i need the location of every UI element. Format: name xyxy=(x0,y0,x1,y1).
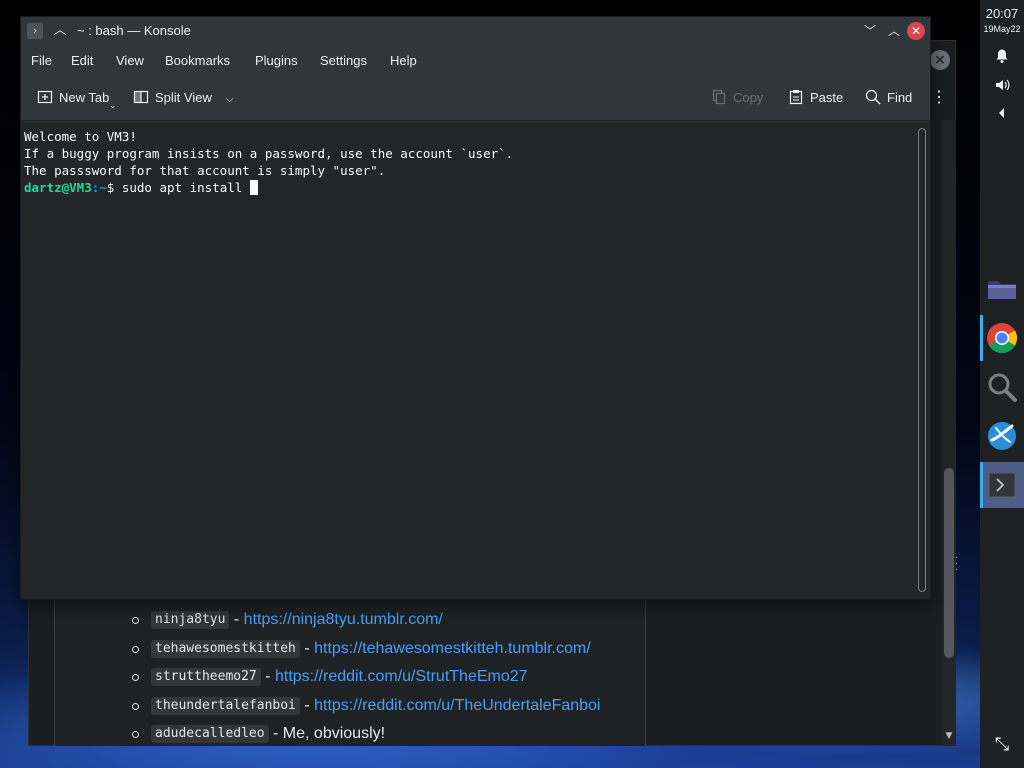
terminal-icon xyxy=(988,472,1016,498)
username-code: struttheemo27 xyxy=(151,668,261,686)
prompt-path: :~ xyxy=(91,180,107,195)
list-item: theundertalefanboi - https://reddit.com/… xyxy=(132,692,600,721)
menu-plugins[interactable]: Plugins xyxy=(255,53,298,68)
profile-link[interactable]: https://tehawesomestkitteh.tumblr.com/ xyxy=(314,640,591,657)
menu-view[interactable]: View xyxy=(116,53,144,68)
scroll-down-arrow-icon[interactable]: ▼ xyxy=(943,731,955,743)
profile-link[interactable]: https://reddit.com/u/StrutTheEmo27 xyxy=(275,668,528,685)
clock-date[interactable]: 19May22 xyxy=(980,24,1024,34)
username-code: ninja8tyu xyxy=(151,611,230,629)
maximize-icon[interactable]: ︿ xyxy=(885,22,903,40)
profile-link[interactable]: https://ninja8tyu.tumblr.com/ xyxy=(244,611,443,628)
clock-time[interactable]: 20:07 xyxy=(980,6,1024,21)
window-title: ~ : bash — Konsole xyxy=(77,23,191,38)
copy-label: Copy xyxy=(733,90,764,105)
close-icon[interactable]: × xyxy=(930,50,950,70)
more-menu-icon[interactable]: ⋮ xyxy=(931,88,947,108)
menu-bar: File Edit View Bookmarks Plugins Setting… xyxy=(21,46,930,76)
find-button[interactable]: Find xyxy=(865,88,912,108)
split-view-label: Split View xyxy=(155,90,212,105)
active-task-marker xyxy=(980,462,983,508)
copy-button[interactable]: Copy xyxy=(711,88,763,108)
konsole-app-icon[interactable]: › xyxy=(27,23,43,39)
menu-file[interactable]: File xyxy=(31,53,52,68)
bullet-icon xyxy=(132,702,139,710)
resize-handle-icon[interactable]: · · · xyxy=(955,554,961,576)
prompt-line: dartz@VM3:~$ sudo apt install xyxy=(24,179,912,196)
separator: - xyxy=(299,639,315,657)
taskbar-konsole[interactable] xyxy=(980,462,1024,508)
taskbar-file-manager[interactable] xyxy=(980,266,1024,312)
chrome-icon xyxy=(987,323,1018,354)
expand-arrow-icon[interactable] xyxy=(992,105,1012,125)
volume-icon[interactable] xyxy=(992,77,1012,97)
chevron-down-icon[interactable]: ⌵ xyxy=(226,94,234,105)
bullet-icon xyxy=(132,645,139,653)
item-text: Me, obviously! xyxy=(282,725,386,742)
taskbar-app[interactable] xyxy=(980,413,1024,459)
profile-link[interactable]: https://reddit.com/u/TheUndertaleFanboi xyxy=(314,697,600,714)
konsole-window: › ︿ ~ : bash — Konsole ﹀ ︿ ✕ File Edit V… xyxy=(20,16,947,600)
command-input[interactable]: sudo apt install xyxy=(122,180,250,195)
list-item: adudecalledleo - Me, obviously! xyxy=(132,720,600,749)
terminal-line: If a buggy program insists on a password… xyxy=(24,146,514,161)
split-view-button[interactable]: Split View ⌵ xyxy=(133,88,233,108)
active-task-marker xyxy=(980,315,983,361)
terminal-output[interactable]: Welcome to VM3! If a buggy program insist… xyxy=(21,122,915,599)
app-globe-icon xyxy=(988,422,1016,450)
search-icon xyxy=(865,89,881,105)
bullet-icon xyxy=(132,617,139,624)
list-item: tehawesomestkitteh - https://tehawesomes… xyxy=(132,635,600,664)
minimize-icon[interactable]: ﹀ xyxy=(861,22,879,40)
copy-icon xyxy=(712,89,726,105)
menu-bookmarks[interactable]: Bookmarks xyxy=(165,53,230,68)
list-item: struttheemo27 - https://reddit.com/u/Str… xyxy=(132,663,600,692)
new-tab-icon xyxy=(37,90,53,104)
bullet-icon xyxy=(132,674,139,681)
separator: - xyxy=(268,725,283,742)
username-code: tehawesomestkitteh xyxy=(151,639,300,658)
find-label: Find xyxy=(887,90,913,105)
menu-edit[interactable]: Edit xyxy=(71,53,93,68)
terminal-scrollbar-thumb[interactable] xyxy=(918,128,926,592)
close-button[interactable]: ✕ xyxy=(907,22,925,40)
new-tab-label: New Tab xyxy=(59,90,110,105)
paste-button[interactable]: Paste xyxy=(788,88,843,108)
magnifier-icon xyxy=(988,373,1017,402)
prompt-symbol: $ xyxy=(106,180,122,195)
paste-label: Paste xyxy=(810,90,844,105)
separator: - xyxy=(260,668,275,685)
text-cursor xyxy=(249,180,258,195)
folder-icon xyxy=(988,281,1016,299)
background-scrollbar-thumb[interactable] xyxy=(944,468,954,658)
username-code: adudecalledleo xyxy=(151,725,269,743)
taskbar-chrome[interactable] xyxy=(980,315,1024,361)
split-view-icon xyxy=(133,90,149,104)
notifications-icon[interactable] xyxy=(992,48,1012,68)
list-item: ninja8tyu - https://ninja8tyu.tumblr.com… xyxy=(132,606,600,635)
move-icon[interactable]: ⤡ xyxy=(992,735,1012,755)
prompt-user: dartz@VM3 xyxy=(24,180,92,195)
separator: - xyxy=(229,611,244,628)
contributors-list: ninja8tyu - https://ninja8tyu.tumblr.com… xyxy=(132,606,600,749)
taskbar-search[interactable] xyxy=(980,364,1024,410)
separator: - xyxy=(299,696,315,714)
title-bar[interactable]: › ︿ ~ : bash — Konsole ﹀ ︿ ✕ xyxy=(21,17,930,46)
menu-settings[interactable]: Settings xyxy=(320,53,367,68)
paste-icon xyxy=(789,90,803,105)
bullet-icon xyxy=(132,731,139,738)
keep-above-icon[interactable]: ︿ xyxy=(51,22,69,40)
terminal-line: Welcome to VM3! xyxy=(24,129,137,144)
toolbar: New Tab⌄ Split View ⌵ Copy Paste Find ⋮ xyxy=(21,76,947,121)
terminal-scrollbar[interactable] xyxy=(915,122,930,599)
menu-help[interactable]: Help xyxy=(390,53,417,68)
dropdown-arrow-icon[interactable]: ⌄ xyxy=(109,101,116,110)
terminal-line: The passsword for that account is simply… xyxy=(24,163,386,178)
new-tab-button[interactable]: New Tab⌄ xyxy=(37,88,116,110)
username-code: theundertalefanboi xyxy=(151,696,300,715)
